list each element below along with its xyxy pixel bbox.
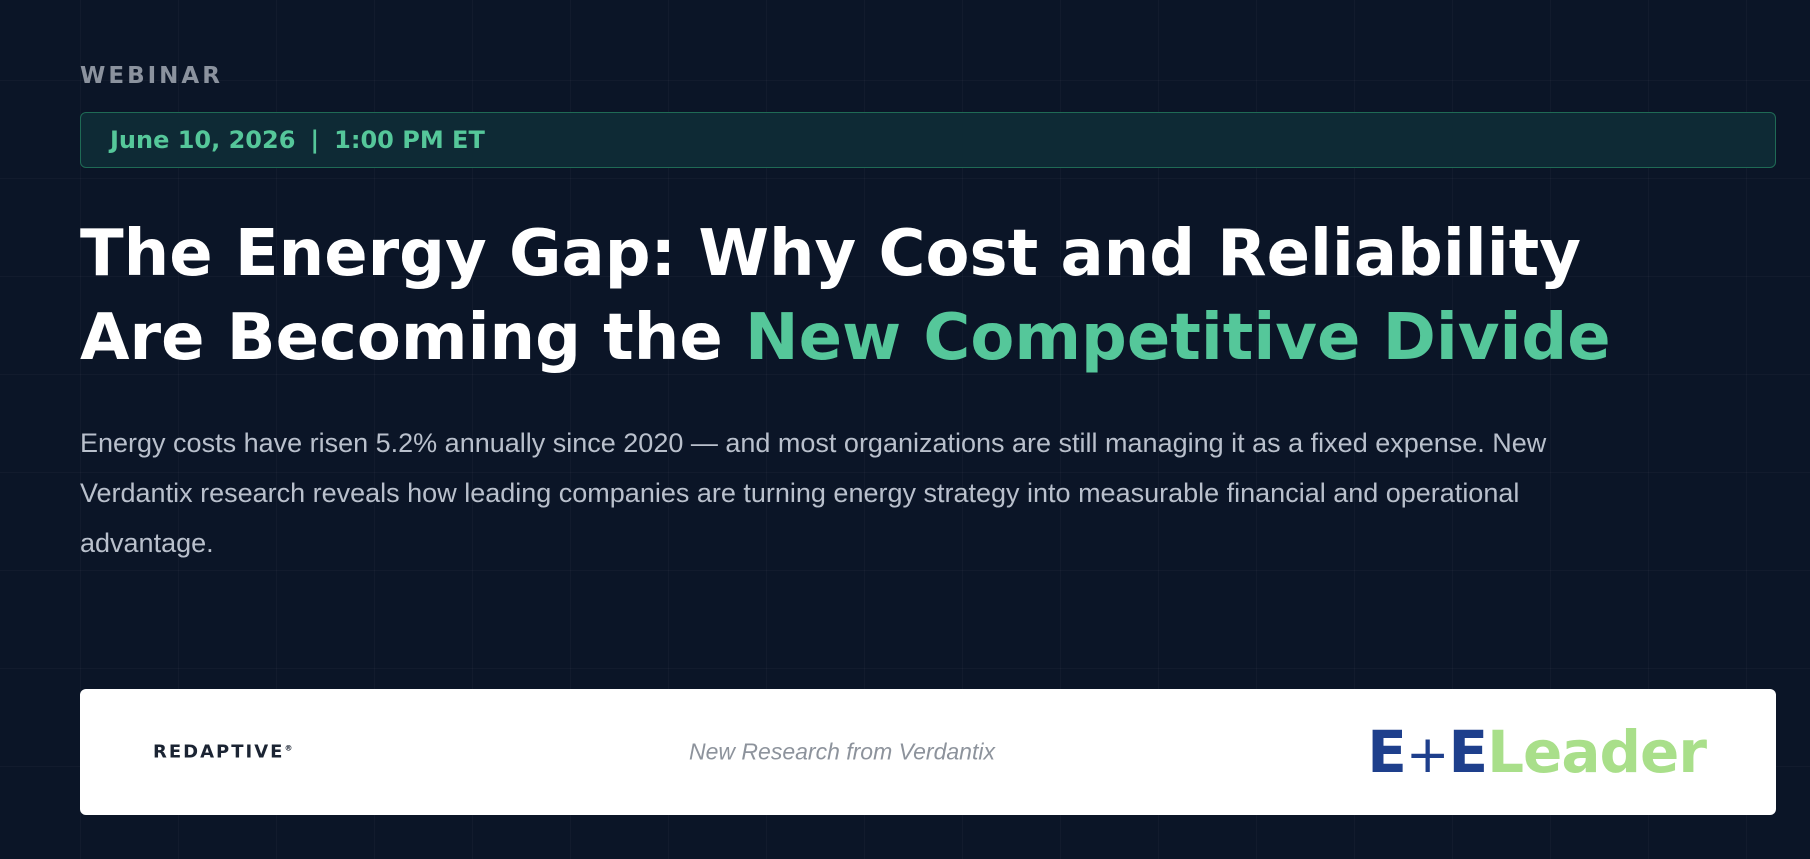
ee-leader-logo: E+ELeader xyxy=(1367,723,1707,781)
date-time-separator: | xyxy=(310,126,320,154)
ee-logo-e1: E xyxy=(1367,718,1407,786)
date-time-banner: June 10, 2026 | 1:00 PM ET xyxy=(80,112,1776,168)
headline-accent: New Competitive Divide xyxy=(745,301,1611,375)
ee-logo-e2: E xyxy=(1448,718,1488,786)
page-title: The Energy Gap: Why Cost and Reliability… xyxy=(80,212,1776,380)
eyebrow-label: WEBINAR xyxy=(80,63,223,89)
event-time: 1:00 PM ET xyxy=(334,126,485,154)
sponsor-bar: REDAPTIVE® New Research from Verdantix E… xyxy=(80,689,1776,815)
headline-line-2: Are Becoming the xyxy=(80,301,745,375)
headline-line-1: The Energy Gap: Why Cost and Reliability xyxy=(80,217,1581,291)
hero-description: Energy costs have risen 5.2% annually si… xyxy=(80,428,1547,558)
event-date: June 10, 2026 xyxy=(110,126,296,154)
ee-logo-leader: Leader xyxy=(1487,718,1707,786)
ee-logo-plus: + xyxy=(1405,725,1450,785)
